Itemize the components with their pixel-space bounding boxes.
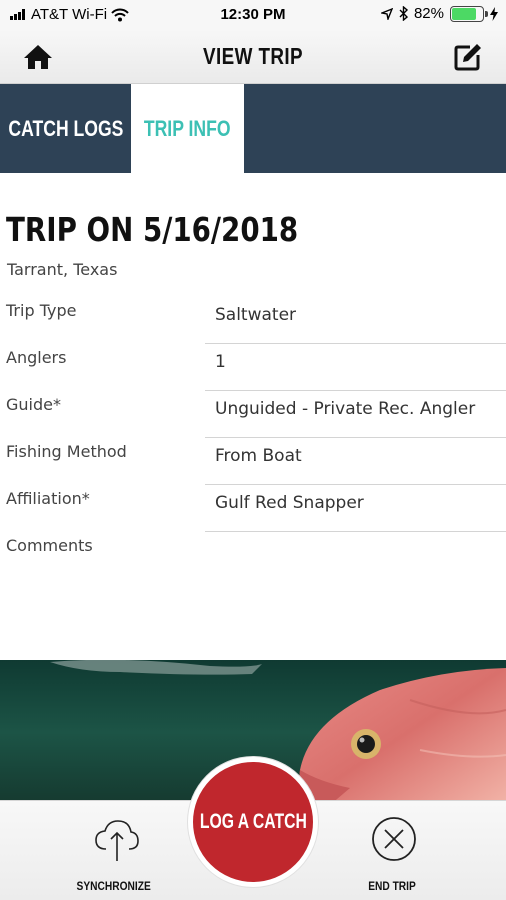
detail-value: Saltwater	[215, 305, 297, 325]
trip-location: Tarrant, Texas	[7, 260, 118, 279]
tab-bar: CATCH LOGS TRIP INFO	[0, 84, 506, 173]
anglers-field[interactable]: 1	[205, 344, 506, 391]
battery-level-fill	[452, 7, 476, 20]
close-circle-icon	[372, 817, 416, 861]
detail-label: Trip Type	[6, 301, 77, 320]
end-trip-button[interactable]: END TRIP	[332, 801, 452, 900]
battery-icon	[450, 5, 488, 22]
detail-value: Unguided - Private Rec. Angler	[215, 399, 476, 419]
edit-trip-button[interactable]	[452, 41, 484, 73]
cloud-upload-icon	[95, 820, 139, 861]
battery-percent: 82%	[413, 5, 444, 22]
page-title: VIEW TRIP	[202, 43, 304, 69]
detail-row-anglers: Anglers 1	[0, 344, 506, 391]
edit-icon	[454, 44, 481, 71]
detail-value: 1	[215, 352, 226, 372]
end-trip-label: END TRIP	[368, 879, 416, 893]
detail-value: Gulf Red Snapper	[215, 493, 364, 513]
app-header: VIEW TRIP	[0, 30, 506, 84]
status-right: 82%	[380, 5, 498, 22]
tab-catch-logs-label: CATCH LOGS	[7, 115, 124, 141]
log-catch-label: LOG A CATCH	[199, 810, 307, 833]
detail-label: Fishing Method	[6, 442, 127, 461]
location-icon	[380, 7, 393, 20]
detail-row-trip-type: Trip Type Saltwater	[0, 297, 506, 344]
synchronize-label: SYNCHRONIZE	[76, 879, 152, 893]
detail-row-comments: Comments	[0, 532, 506, 579]
detail-label: Affiliation*	[6, 489, 90, 508]
trip-type-field[interactable]: Saltwater	[205, 297, 506, 344]
trip-title: TRIP ON 5/16/2018	[6, 210, 299, 249]
comments-field[interactable]	[205, 532, 506, 579]
detail-label: Anglers	[6, 348, 67, 367]
tab-trip-info[interactable]: TRIP INFO	[131, 84, 244, 173]
guide-field[interactable]: Unguided - Private Rec. Angler	[205, 391, 506, 438]
synchronize-button[interactable]: SYNCHRONIZE	[54, 801, 174, 900]
detail-label: Comments	[6, 536, 93, 555]
log-catch-button[interactable]: LOG A CATCH	[188, 757, 318, 887]
detail-row-affiliation: Affiliation* Gulf Red Snapper	[0, 485, 506, 532]
tab-trip-info-label: TRIP INFO	[144, 115, 231, 141]
detail-row-fishing-method: Fishing Method From Boat	[0, 438, 506, 485]
detail-row-guide: Guide* Unguided - Private Rec. Angler	[0, 391, 506, 438]
detail-label: Guide*	[6, 395, 61, 414]
bluetooth-icon	[399, 6, 408, 21]
affiliation-field[interactable]: Gulf Red Snapper	[205, 485, 506, 532]
detail-value: From Boat	[215, 446, 302, 466]
fishing-method-field[interactable]: From Boat	[205, 438, 506, 485]
charging-icon	[490, 6, 498, 21]
status-bar: AT&T Wi-Fi 12:30 PM 82%	[0, 0, 506, 30]
tab-catch-logs[interactable]: CATCH LOGS	[0, 84, 131, 173]
